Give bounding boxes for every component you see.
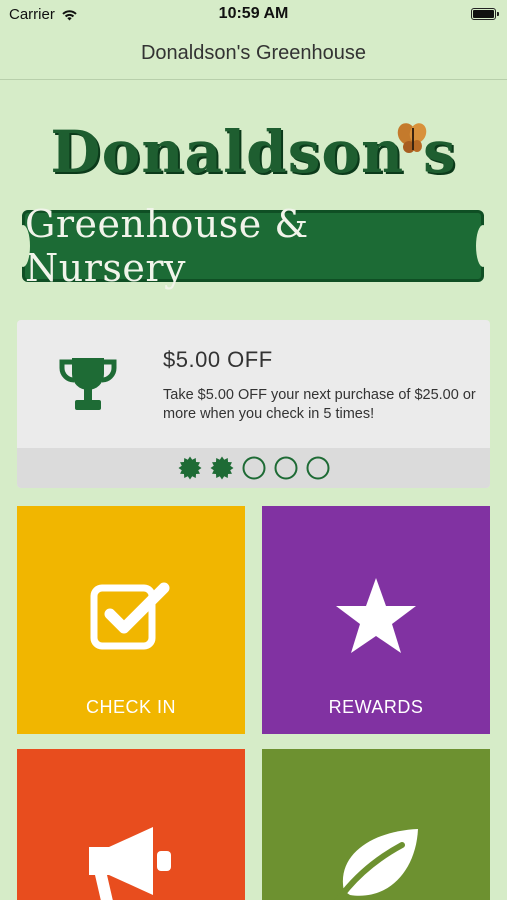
check-in-label: CHECK IN bbox=[85, 697, 176, 717]
logo-subtitle: Greenhouse & Nursery bbox=[25, 202, 309, 290]
leaf-icon bbox=[334, 829, 418, 900]
about-button[interactable] bbox=[262, 749, 490, 900]
clock: 10:59 AM bbox=[218, 5, 289, 22]
brand-logo: Donaldson's Greenhouse & Nursery bbox=[0, 110, 507, 290]
status-bar: Carrier 10:59 AM bbox=[0, 0, 507, 30]
navigation-bar: Donaldson's Greenhouse bbox=[0, 30, 507, 80]
rewards-button[interactable]: REWARDS bbox=[262, 506, 490, 734]
reward-title: $5.00 OFF bbox=[163, 347, 273, 372]
star-icon bbox=[336, 578, 416, 653]
check-in-button[interactable]: CHECK IN bbox=[17, 506, 245, 734]
checkin-dot-empty bbox=[274, 456, 297, 480]
checkin-dot-filled bbox=[178, 456, 201, 480]
checkin-dot-empty bbox=[306, 456, 329, 480]
checkin-dot-filled bbox=[210, 456, 233, 480]
trophy-icon bbox=[59, 358, 117, 410]
battery-icon bbox=[471, 8, 499, 20]
rewards-label: REWARDS bbox=[328, 697, 424, 717]
checkin-dot-empty bbox=[242, 456, 265, 480]
page-title: Donaldson's Greenhouse bbox=[140, 42, 367, 64]
reward-description: Take $5.00 OFF your next purchase of $25… bbox=[163, 387, 476, 422]
logo-banner: Greenhouse & Nursery bbox=[16, 202, 490, 290]
checkbox-icon bbox=[90, 582, 170, 650]
logo-wordmark: Donaldson's bbox=[50, 118, 457, 186]
reward-card[interactable]: $5.00 OFF Take $5.00 OFF your next purch… bbox=[17, 320, 490, 488]
megaphone-icon bbox=[89, 827, 171, 900]
butterfly-icon bbox=[397, 123, 427, 153]
news-button[interactable] bbox=[17, 749, 245, 900]
checkin-progress bbox=[17, 448, 490, 488]
